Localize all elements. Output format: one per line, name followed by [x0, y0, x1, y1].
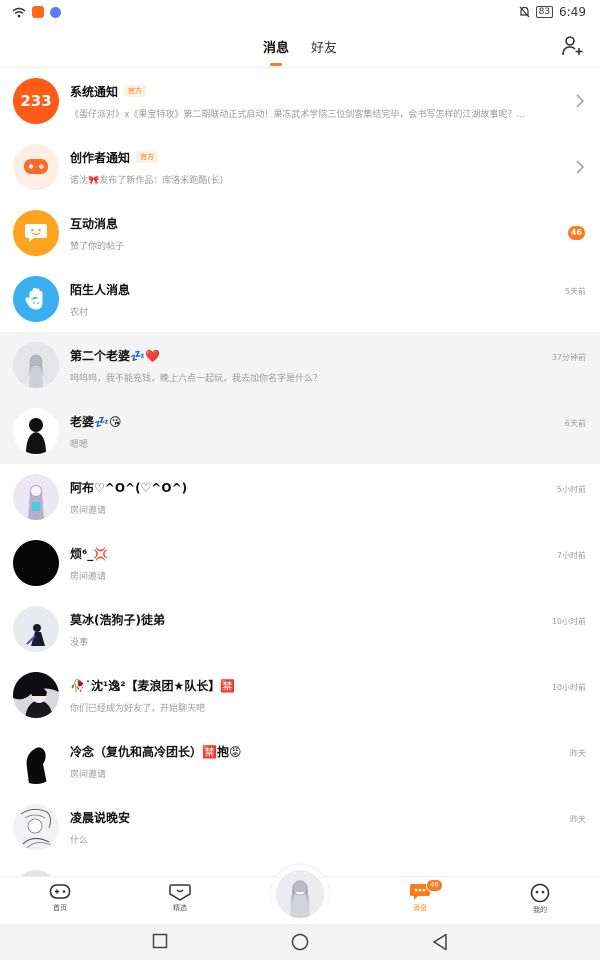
nav-label: 首页 — [53, 904, 67, 912]
nav-label: 精选 — [173, 904, 187, 912]
conversation-preview: 什么 — [70, 835, 89, 846]
add-user-icon[interactable] — [560, 34, 584, 58]
black-avatar — [13, 540, 59, 586]
conversation-preview: 呜呜呜，我不能充钱，晚上六点一起玩，我去加你名字是什么？ — [70, 373, 323, 384]
sketch-avatar — [13, 804, 59, 850]
conversation-time: 5小时前 — [556, 485, 586, 494]
conversation-preview: 房间邀请 — [70, 505, 107, 516]
list-item-creator-notice[interactable]: 创作者通知 官方 诺沈🎀发布了新作品：库洛米跑酷(长) — [0, 134, 600, 200]
avatar — [276, 870, 324, 918]
list-item-conversation[interactable]: 🥀˙沈¹逸²【麦浪团★队长】🈲 你们已经成为好友了，开始聊天吧 10小时前 — [0, 662, 600, 728]
circle-icon[interactable] — [291, 933, 309, 951]
wifi-icon — [12, 7, 26, 17]
official-badge: 官方 — [124, 85, 147, 97]
top-header: 消息 好友 — [0, 24, 600, 68]
conversation-time: 昨天 — [570, 749, 586, 758]
mute-bell-icon — [519, 6, 530, 18]
status-bar: 83 6:49 — [0, 0, 600, 24]
back-triangle-icon[interactable] — [432, 933, 448, 951]
heart-chat-icon — [169, 884, 191, 901]
system-navigation-bar — [0, 924, 600, 960]
message-tabs: 消息 好友 — [0, 24, 600, 68]
official-badge: 官方 — [136, 151, 159, 163]
bottom-navigation: 首页 精选 46 消息 我的 — [0, 865, 600, 924]
conversation-preview: 农村 — [70, 307, 89, 318]
list-item-conversation[interactable]: 冷念（复仇和高冷团长）🈲抱😡 房间邀请 昨天 — [0, 728, 600, 794]
conversation-preview: 房间邀请 — [70, 769, 107, 780]
conversation-name: 创作者通知 — [70, 150, 131, 165]
square-icon[interactable] — [152, 933, 168, 949]
conversation-preview: 没事 — [70, 637, 89, 648]
conversation-preview: 赞了你的帖子 — [70, 241, 125, 252]
list-item-interaction-messages[interactable]: 互动消息 赞了你的帖子 46 — [0, 200, 600, 266]
nav-unread-badge: 46 — [426, 879, 443, 892]
unread-count-badge: 46 — [567, 226, 585, 240]
list-item-conversation[interactable]: 莫冰(浩狗子)徒弟 没事 10小时前 — [0, 596, 600, 662]
conversation-preview: 《蛋仔派对》x《果宝特攻》第二期联动正式启动！果冻武术学院三位剑客集结完毕，会书… — [70, 109, 530, 120]
anime-girl-avatar — [13, 342, 59, 388]
silhouette-avatar — [13, 408, 59, 454]
nav-featured[interactable]: 精选 — [150, 883, 210, 913]
conversation-preview: 诺沈🎀发布了新作品：库洛米跑酷(长) — [70, 175, 224, 186]
chevron-right-icon — [576, 160, 584, 174]
list-item-conversation[interactable]: 凌晨说晚安 什么 昨天 — [0, 794, 600, 860]
conversation-time: 10小时前 — [551, 617, 586, 626]
conversation-name: 互动消息 — [70, 216, 119, 231]
face-icon — [530, 883, 550, 903]
conversation-name: 🥀˙沈¹逸²【麦浪团★队长】🈲 — [70, 678, 236, 693]
silhouette-avatar — [13, 738, 59, 784]
nav-label: 我的 — [533, 906, 547, 914]
conversation-name: 冷念（复仇和高冷团长）🈲抱😡 — [70, 744, 242, 759]
app-icon — [32, 6, 44, 18]
233-logo-text: 233 — [20, 92, 52, 110]
conversation-name: 莫冰(浩狗子)徒弟 — [70, 612, 165, 627]
233-logo-icon: 233 — [13, 78, 59, 124]
nav-label: 消息 — [413, 904, 427, 912]
conversation-preview: 你们已经成为好友了，开始聊天吧 — [70, 703, 206, 714]
battery-icon: 83 — [535, 6, 554, 18]
conversation-name: 陌生人消息 — [70, 282, 131, 297]
gamepad-icon — [49, 884, 71, 899]
tab-messages[interactable]: 消息 — [261, 29, 291, 66]
conversation-name: 凌晨说晚安 — [70, 810, 131, 825]
conversation-name: 老婆💤😘 — [70, 414, 122, 429]
list-item-conversation[interactable]: 烦⁶_💢 房间邀请 7小时前 — [0, 530, 600, 596]
anime-girl-avatar — [13, 474, 59, 520]
clock: 6:49 — [559, 5, 586, 19]
chat-app-icon — [50, 6, 61, 18]
conversation-list: 233 系统通知 官方 《蛋仔派对》x《果宝特攻》第二期联动正式启动！果冻武术学… — [0, 68, 600, 876]
anime-figure-avatar — [13, 606, 59, 652]
conversation-preview: 嗯嗯 — [70, 439, 89, 450]
chat-bubble-smile-icon — [13, 210, 59, 256]
conversation-time: 6天前 — [564, 419, 586, 428]
wave-hand-icon — [13, 276, 59, 322]
conversation-name: 系统通知 — [70, 84, 119, 99]
conversation-name: 阿布♡^O^(♡^O^) — [70, 480, 188, 495]
conversation-time: 7小时前 — [556, 551, 586, 560]
nav-profile[interactable]: 我的 — [510, 883, 570, 915]
conversation-time: 37分钟前 — [551, 353, 586, 362]
list-item-stranger-messages[interactable]: 陌生人消息 农村 5天前 — [0, 266, 600, 332]
nav-home[interactable]: 首页 — [30, 883, 90, 913]
conversation-preview: 房间邀请 — [70, 571, 107, 582]
dark-hair-avatar — [13, 672, 59, 718]
conversation-name: 烦⁶_💢 — [70, 546, 109, 561]
list-item-conversation[interactable]: 第二个老婆💤❤️ 呜呜呜，我不能充钱，晚上六点一起玩，我去加你名字是什么？ 37… — [0, 332, 600, 398]
list-item-conversation[interactable]: 阿布♡^O^(♡^O^) 房间邀请 5小时前 — [0, 464, 600, 530]
gamepad-plus-icon — [13, 144, 59, 190]
list-item-system-notice[interactable]: 233 系统通知 官方 《蛋仔派对》x《果宝特攻》第二期联动正式启动！果冻武术学… — [0, 68, 600, 134]
center-avatar-button[interactable] — [271, 865, 329, 923]
chevron-right-icon — [576, 94, 584, 108]
conversation-time: 10小时前 — [551, 683, 586, 692]
nav-messages[interactable]: 46 消息 — [390, 879, 450, 913]
tab-friends[interactable]: 好友 — [309, 29, 339, 64]
conversation-time: 5天前 — [564, 287, 586, 296]
conversation-name: 第二个老婆💤❤️ — [70, 348, 160, 363]
conversation-time: 昨天 — [570, 815, 586, 824]
list-item-conversation[interactable]: 老婆💤😘 嗯嗯 6天前 — [0, 398, 600, 464]
